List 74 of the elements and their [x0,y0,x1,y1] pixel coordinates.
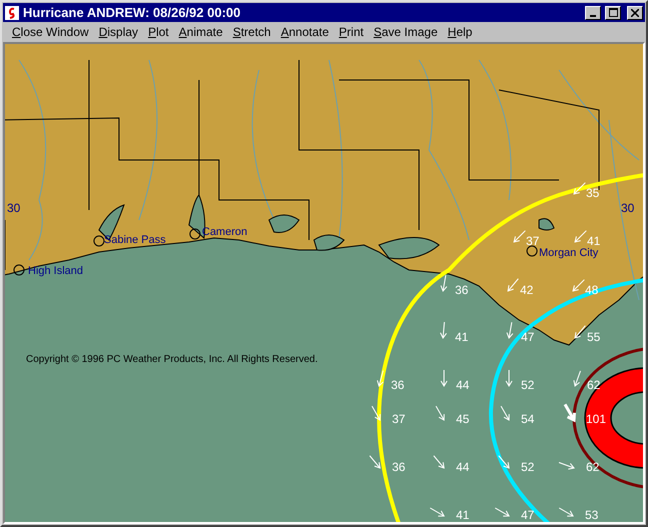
wind-speed-label: 36 [392,460,406,474]
wind-arrow-icon [564,404,576,422]
wind-arrow-icon [572,279,585,292]
hurricane-icon [5,6,19,20]
menu-item[interactable]: Help [442,25,478,39]
wind-arrow-icon [498,455,510,469]
wind-speed-label: 52 [521,378,534,392]
wind-arrow-icon [573,370,581,387]
wind-speed-label: 47 [521,508,534,522]
wind-arrow-icon [506,322,514,339]
wind-arrow-icon [372,406,381,421]
latitude-label: 30 [621,201,634,215]
wind-speed-label: 47 [521,330,534,344]
wind-arrow-icon [376,370,384,387]
wind-arrow-icon [436,406,445,421]
wind-arrow-icon [500,406,510,421]
wind-arrow-icon [574,230,587,243]
wind-speed-label: 44 [456,460,470,474]
minimize-icon [590,14,596,16]
wind-arrow-icon [430,508,445,517]
menu-item[interactable]: Display [94,25,144,39]
city-label: Morgan City [539,247,598,259]
wind-arrow-icon [440,370,448,387]
close-icon [631,8,639,16]
latitude-label: 30 [7,201,20,215]
wind-speed-label: 45 [456,412,470,426]
wind-speed-label: 62 [586,460,600,474]
wind-speed-label: 54 [521,412,534,426]
wind-arrow-icon [507,278,519,292]
wind-speed-label: 41 [456,508,470,522]
minimize-button[interactable] [585,6,601,20]
wind-speed-label: 62 [587,378,600,392]
maximize-icon [608,8,618,17]
city-label: High Island [28,265,84,277]
menu-item[interactable]: Animate [174,25,228,39]
wind-arrow-icon [573,182,586,195]
wind-speed-label: 35 [586,186,600,200]
wind-speed-label: 37 [526,234,540,248]
menu-item[interactable]: Plot [143,25,174,39]
close-button[interactable] [627,6,643,20]
maximize-button[interactable] [605,6,621,20]
city-marker-icon [526,246,538,256]
menu-item[interactable]: Print [334,25,369,39]
wind-arrow-icon [369,455,381,469]
wind-speed-label: 36 [391,378,404,392]
wind-arrow-icon [440,322,447,339]
wind-arrow-icon [433,455,445,469]
wind-speed-label: 53 [585,508,598,522]
wind-arrow-icon [440,274,448,292]
wind-speed-label: 41 [455,330,468,344]
menu-item[interactable]: Close Window [7,25,94,39]
city-marker-icon [190,228,200,240]
wind-speed-label: 55 [587,330,600,344]
wind-speed-label: 42 [520,283,534,297]
wind-arrow-icon [513,230,526,243]
wind-arrow-icon [494,508,510,517]
wind-speed-label: 52 [521,460,534,474]
wind-speed-label: 44 [456,378,470,392]
wind-speed-label: 37 [392,412,406,426]
wind-arrow-icon [558,508,574,517]
city-marker-icon [94,236,104,246]
wind-speed-label: 41 [587,234,600,248]
menu-item[interactable]: Annotate [276,25,334,39]
window-title: Hurricane ANDREW: 08/26/92 00:00 [23,5,242,20]
city-marker-icon [14,264,24,276]
wind-arrow-icon [506,370,512,387]
wind-speed-label: 101 [586,412,606,426]
wind-arrow-icon [558,462,575,470]
menu-item[interactable]: Stretch [228,25,276,39]
menu-item[interactable]: Save Image [368,25,443,39]
wind-arrow-icon [574,325,586,339]
wind-speed-label: 36 [455,283,468,297]
copyright-text: Copyright © 1996 PC Weather Products, Inc. All Rights Reserved. [26,354,318,365]
city-label: Sabine Pass [104,234,166,246]
